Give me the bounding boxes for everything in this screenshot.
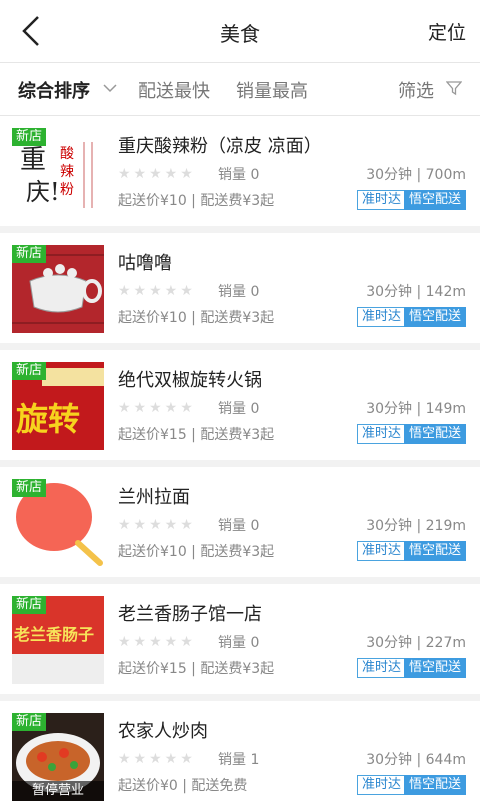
new-shop-badge: 新店	[12, 362, 47, 380]
svg-text:酸: 酸	[60, 146, 74, 162]
sort-sales-tab[interactable]: 销量最高	[236, 77, 308, 103]
shop-sales: 销量 0	[218, 284, 260, 300]
shop-card[interactable]: 重 庆! 酸 辣 粉 新店 重庆酸辣粉（凉皮 凉面） ★★★★★ 销量 0 30…	[0, 116, 480, 226]
chevron-down-icon	[103, 84, 117, 93]
new-shop-badge: 新店	[12, 596, 47, 614]
shop-fees: 起送价¥10 | 配送费¥3起	[118, 544, 275, 560]
svg-text:重: 重	[20, 145, 46, 175]
on-time-tag: 准时达	[356, 307, 406, 327]
filter-bar: 综合排序 配送最快 销量最高 筛选	[0, 62, 480, 116]
closed-overlay: 暂停营业	[12, 781, 104, 801]
delivery-time-distance: 30分钟 | 700m	[366, 167, 466, 183]
shop-name: 农家人炒肉	[118, 721, 208, 742]
on-time-tag: 准时达	[356, 775, 406, 795]
shop-card[interactable]: 暂停营业 新店 农家人炒肉 ★★★★★ 销量 1 30分钟 | 644m 起送价…	[0, 701, 480, 811]
svg-text:粉: 粉	[60, 182, 74, 198]
on-time-tag: 准时达	[356, 190, 406, 210]
new-shop-badge: 新店	[12, 713, 47, 731]
delivery-time-distance: 30分钟 | 142m	[366, 284, 466, 300]
page-title: 美食	[220, 22, 260, 46]
delivery-provider-tag: 悟空配送	[403, 307, 466, 327]
shop-name: 咕噜噜	[118, 253, 172, 274]
shop-fees: 起送价¥10 | 配送费¥3起	[118, 193, 275, 209]
on-time-tag: 准时达	[356, 658, 406, 678]
thumb-text: 老兰香肠子	[13, 625, 94, 644]
shop-name: 绝代双椒旋转火锅	[118, 370, 262, 391]
delivery-time-distance: 30分钟 | 149m	[366, 401, 466, 417]
shop-fees: 起送价¥15 | 配送费¥3起	[118, 427, 275, 443]
rating-stars: ★★★★★	[118, 751, 196, 767]
rating-stars: ★★★★★	[118, 634, 196, 650]
locate-button[interactable]: 定位	[428, 18, 466, 45]
shop-card[interactable]: 新店 兰州拉面 ★★★★★ 销量 0 30分钟 | 219m 起送价¥10 | …	[0, 467, 480, 577]
shop-card[interactable]: 新店 咕噜噜 ★★★★★ 销量 0 30分钟 | 142m 起送价¥10 | 配…	[0, 233, 480, 343]
rating-stars: ★★★★★	[118, 166, 196, 182]
sort-comprehensive-tab[interactable]: 综合排序	[18, 77, 90, 103]
filter-button[interactable]: 筛选	[398, 77, 434, 103]
delivery-provider-tag: 悟空配送	[403, 775, 466, 795]
shop-card[interactable]: 旋转 新店 绝代双椒旋转火锅 ★★★★★ 销量 0 30分钟 | 149m 起送…	[0, 350, 480, 460]
shop-name: 兰州拉面	[118, 487, 190, 508]
delivery-provider-tag: 悟空配送	[403, 424, 466, 444]
new-shop-badge: 新店	[12, 128, 47, 146]
svg-text:辣: 辣	[60, 164, 74, 180]
rating-stars: ★★★★★	[118, 517, 196, 533]
thumb-text: 旋转	[16, 400, 80, 438]
rating-stars: ★★★★★	[118, 283, 196, 299]
delivery-provider-tag: 悟空配送	[403, 541, 466, 561]
delivery-time-distance: 30分钟 | 644m	[366, 752, 466, 768]
shop-fees: 起送价¥10 | 配送费¥3起	[118, 310, 275, 326]
delivery-time-distance: 30分钟 | 227m	[366, 635, 466, 651]
shop-fees: 起送价¥0 | 配送免费	[118, 778, 248, 794]
delivery-provider-tag: 悟空配送	[403, 658, 466, 678]
delivery-provider-tag: 悟空配送	[403, 190, 466, 210]
new-shop-badge: 新店	[12, 479, 47, 497]
svg-text:庆!: 庆!	[26, 178, 60, 206]
funnel-icon	[446, 81, 462, 96]
shop-sales: 销量 0	[218, 401, 260, 417]
shop-sales: 销量 0	[218, 518, 260, 534]
shop-name: 老兰香肠子馆一店	[118, 604, 262, 625]
on-time-tag: 准时达	[356, 424, 406, 444]
shop-sales: 销量 0	[218, 635, 260, 651]
shop-name: 重庆酸辣粉（凉皮 凉面）	[118, 136, 322, 157]
shop-sales: 销量 0	[218, 167, 260, 183]
shop-fees: 起送价¥15 | 配送费¥3起	[118, 661, 275, 677]
on-time-tag: 准时达	[356, 541, 406, 561]
delivery-time-distance: 30分钟 | 219m	[366, 518, 466, 534]
rating-stars: ★★★★★	[118, 400, 196, 416]
shop-sales: 销量 1	[218, 752, 260, 768]
top-bar: 美食 定位	[0, 0, 480, 62]
shop-card[interactable]: 老兰香肠子 新店 老兰香肠子馆一店 ★★★★★ 销量 0 30分钟 | 227m…	[0, 584, 480, 694]
sort-fastest-tab[interactable]: 配送最快	[138, 77, 210, 103]
new-shop-badge: 新店	[12, 245, 47, 263]
